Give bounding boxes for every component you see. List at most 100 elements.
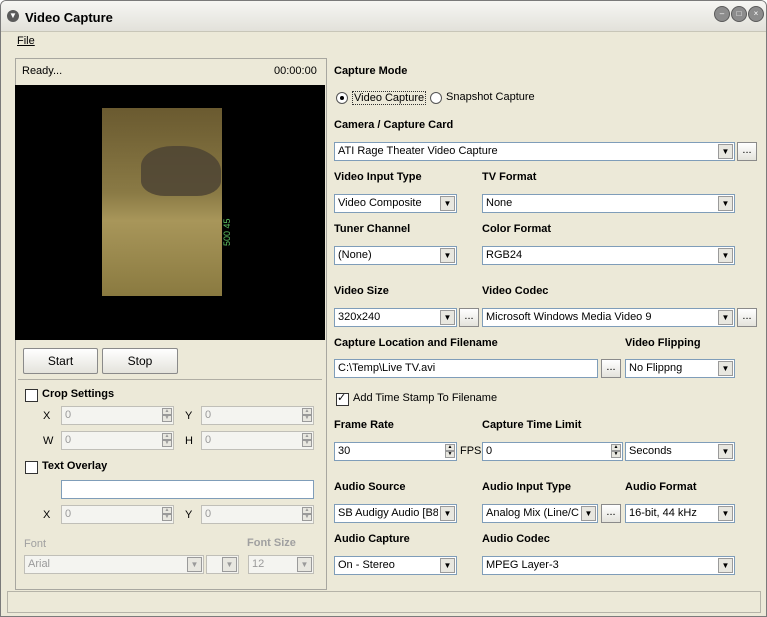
audio-input-type-label: Audio Input Type (482, 481, 572, 493)
crop-settings-label: Crop Settings (42, 388, 115, 400)
camera-label: Camera / Capture Card (334, 119, 454, 131)
video-input-type-select[interactable]: Video Composite ▼ (334, 194, 457, 213)
crop-w-spinner[interactable]: ▲ ▼ (162, 433, 172, 448)
chevron-down-icon: ▼ (440, 248, 455, 263)
overlay-y-spinner[interactable]: ▲ ▼ (302, 507, 312, 522)
video-frame-image (102, 108, 222, 296)
audio-source-label: Audio Source (334, 481, 406, 493)
chevron-down-icon: ▼ (718, 196, 733, 211)
capture-location-browse-button[interactable]: ... (601, 359, 621, 378)
tuner-channel-value: (None) (338, 249, 372, 261)
window-title: Video Capture (25, 10, 113, 25)
video-flipping-select[interactable]: No Flippng ▼ (625, 359, 735, 378)
chevron-down-icon: ▼ (440, 196, 455, 211)
overlay-text-field[interactable] (61, 480, 314, 499)
crop-x-spinner[interactable]: ▲ ▼ (162, 408, 172, 423)
snapshot-capture-option[interactable]: Snapshot Capture (446, 91, 535, 103)
audio-format-label: Audio Format (625, 481, 697, 493)
audio-format-select[interactable]: 16-bit, 44 kHz ▼ (625, 504, 735, 523)
time-limit-spinner[interactable]: ▲ ▼ (611, 444, 621, 459)
video-flipping-value: No Flippng (629, 362, 683, 374)
crop-w-value: 0 (65, 434, 72, 446)
stop-button[interactable]: Stop (102, 348, 178, 374)
coyote-figure (141, 146, 221, 196)
crop-x-value: 0 (65, 409, 72, 421)
overlay-y-field[interactable]: 0 ▲ ▼ (201, 505, 314, 524)
system-menu-icon[interactable]: ▼ (7, 10, 19, 22)
font-size-select[interactable]: 12 ▼ (248, 555, 314, 574)
close-icon[interactable]: × (748, 6, 764, 22)
crop-settings-checkbox[interactable] (25, 389, 38, 402)
video-codec-select[interactable]: Microsoft Windows Media Video 9 ▼ (482, 308, 735, 327)
video-codec-button[interactable]: ... (737, 308, 757, 327)
audio-source-select[interactable]: SB Audigy Audio [B80 ▼ (334, 504, 457, 523)
crop-h-field[interactable]: 0 ▲ ▼ (201, 431, 314, 450)
chevron-down-icon: ▼ (440, 310, 455, 325)
font-label: Font (24, 538, 47, 550)
menu-bar: File (17, 35, 35, 47)
video-size-button[interactable]: ... (459, 308, 479, 327)
status-bar (7, 591, 761, 613)
color-format-select[interactable]: RGB24 ▼ (482, 246, 735, 265)
font-style-select[interactable]: ▼ (206, 555, 239, 574)
video-capture-option[interactable]: Video Capture (352, 91, 427, 105)
tuner-channel-label: Tuner Channel (334, 223, 411, 235)
audio-source-value: SB Audigy Audio [B80 (338, 507, 438, 519)
timestamp-checkbox[interactable] (336, 391, 349, 406)
font-size-label: Font Size (247, 537, 296, 549)
chevron-down-icon: ▼ (581, 506, 596, 521)
snapshot-capture-radio[interactable] (430, 92, 442, 104)
chevron-down-icon: ▼ (187, 557, 202, 572)
camera-select[interactable]: ATI Rage Theater Video Capture ▼ (334, 142, 735, 161)
time-limit-value: 0 (486, 445, 493, 457)
crop-y-value: 0 (205, 409, 212, 421)
crop-x-field[interactable]: 0 ▲ ▼ (61, 406, 174, 425)
start-button[interactable]: Start (23, 348, 98, 374)
frame-rate-label: Frame Rate (334, 419, 394, 431)
chevron-down-icon: ▼ (718, 506, 733, 521)
audio-input-settings-button[interactable]: ... (601, 504, 621, 523)
crop-h-spinner[interactable]: ▲ ▼ (302, 433, 312, 448)
time-limit-field[interactable]: 0 ▲ ▼ (482, 442, 623, 461)
frame-rate-field[interactable]: 30 ▲ ▼ (334, 442, 457, 461)
tv-format-label: TV Format (482, 171, 537, 183)
camera-value: ATI Rage Theater Video Capture (338, 145, 498, 157)
overlay-y-value: 0 (205, 508, 212, 520)
camera-settings-button[interactable]: ... (737, 142, 757, 161)
frame-rate-spinner[interactable]: ▲ ▼ (445, 444, 455, 459)
preview-status: Ready... (22, 65, 63, 77)
video-codec-label: Video Codec (482, 285, 549, 297)
preview-time: 00:00:00 (274, 65, 317, 77)
video-capture-radio[interactable] (336, 92, 348, 104)
crop-y-field[interactable]: 0 ▲ ▼ (201, 406, 314, 425)
chevron-down-icon: ▼ (440, 558, 455, 573)
video-size-label: Video Size (334, 285, 389, 297)
crop-y-label: Y (185, 410, 193, 422)
audio-codec-select[interactable]: MPEG Layer-3 ▼ (482, 556, 735, 575)
audio-capture-select[interactable]: On - Stereo ▼ (334, 556, 457, 575)
menu-file[interactable]: File (17, 35, 35, 47)
color-format-value: RGB24 (486, 249, 523, 261)
maximize-icon[interactable]: □ (731, 6, 747, 22)
minimize-icon[interactable]: – (714, 6, 730, 22)
video-size-select[interactable]: 320x240 ▼ (334, 308, 457, 327)
overlay-x-field[interactable]: 0 ▲ ▼ (61, 505, 174, 524)
video-input-type-value: Video Composite (338, 197, 422, 209)
crop-y-spinner[interactable]: ▲ ▼ (302, 408, 312, 423)
capture-location-field[interactable]: C:\Temp\Live TV.avi (334, 359, 598, 378)
overlay-x-spinner[interactable]: ▲ ▼ (162, 507, 172, 522)
crop-w-field[interactable]: 0 ▲ ▼ (61, 431, 174, 450)
audio-input-type-select[interactable]: Analog Mix (Line/CD ▼ (482, 504, 598, 523)
time-unit-select[interactable]: Seconds ▼ (625, 442, 735, 461)
tuner-channel-select[interactable]: (None) ▼ (334, 246, 457, 265)
overlay-x-value: 0 (65, 508, 72, 520)
time-unit-value: Seconds (629, 445, 672, 457)
font-select[interactable]: Arial ▼ (24, 555, 204, 574)
chevron-down-icon: ▼ (718, 144, 733, 159)
crop-x-label: X (43, 410, 51, 422)
time-limit-label: Capture Time Limit (482, 419, 582, 431)
tv-format-select[interactable]: None ▼ (482, 194, 735, 213)
crop-h-label: H (185, 435, 193, 447)
chevron-down-icon: ▼ (718, 310, 733, 325)
text-overlay-checkbox[interactable] (25, 461, 38, 474)
